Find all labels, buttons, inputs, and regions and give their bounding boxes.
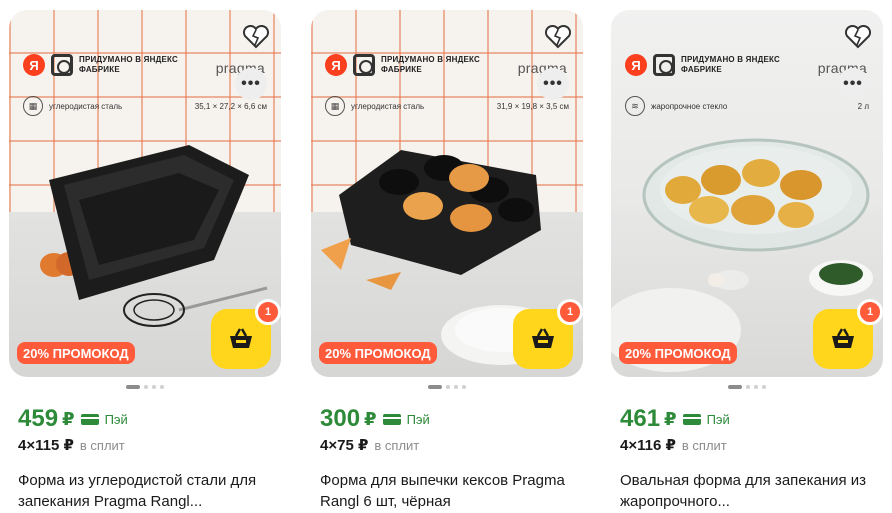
carousel-dot <box>126 385 140 389</box>
pay-label: Пэй <box>706 411 730 427</box>
carousel-dots <box>611 385 883 389</box>
split-label: в сплит <box>79 438 125 453</box>
split-amount: 4×115 ₽ <box>18 437 74 454</box>
pay-label: Пэй <box>104 411 128 427</box>
product-title[interactable]: Овальная форма для запекания из жаропроч… <box>620 470 882 512</box>
carousel-dot <box>160 385 164 389</box>
cart-count-badge: 1 <box>557 299 583 325</box>
price-row: 459 ₽ Пэй <box>18 405 128 433</box>
product-image[interactable]: Я ПРИДУМАНО В ЯНДЕКС ФАБРИКЕ pragma ▦ уг… <box>311 10 583 377</box>
carousel-dot <box>454 385 458 389</box>
heart-broken-icon[interactable] <box>543 22 573 52</box>
more-dots-icon[interactable]: ••• <box>235 68 267 100</box>
split-row: 4×115 ₽ в сплит <box>18 436 125 454</box>
cart-count-badge: 1 <box>255 299 281 325</box>
product-card[interactable]: Я ПРИДУМАНО В ЯНДЕКС ФАБРИКЕ pragma ▦ уг… <box>311 10 583 513</box>
currency-sign: ₽ <box>664 408 677 429</box>
split-amount: 4×116 ₽ <box>620 437 676 454</box>
carousel-dot <box>144 385 148 389</box>
carousel-dots <box>311 385 583 389</box>
more-dots-icon[interactable]: ••• <box>537 68 569 100</box>
heart-broken-icon[interactable] <box>241 22 271 52</box>
price-value: 459 <box>18 405 59 432</box>
carousel-dot <box>728 385 742 389</box>
product-card[interactable]: Я ПРИДУМАНО В ЯНДЕКС ФАБРИКЕ pragma ▦ уг… <box>9 10 281 513</box>
cart-basket-icon <box>230 328 252 348</box>
pay-card-icon <box>682 413 701 425</box>
cart-basket-icon <box>832 328 854 348</box>
product-card[interactable]: Я ПРИДУМАНО В ЯНДЕКС ФАБРИКЕ pragma ≋ жа… <box>611 10 883 513</box>
cart-basket-icon <box>532 328 554 348</box>
split-amount: 4×75 ₽ <box>320 437 369 454</box>
split-label: в сплит <box>374 438 420 453</box>
promo-badge: 20% ПРОМОКОД <box>319 342 437 364</box>
product-title[interactable]: Форма из углеродистой стали для запекани… <box>18 470 280 512</box>
product-image[interactable]: Я ПРИДУМАНО В ЯНДЕКС ФАБРИКЕ pragma ▦ уг… <box>9 10 281 377</box>
product-title[interactable]: Форма для выпечки кексов Pragma Rangl 6 … <box>320 470 582 512</box>
price-row: 300 ₽ Пэй <box>320 405 430 433</box>
promo-badge: 20% ПРОМОКОД <box>619 342 737 364</box>
carousel-dot <box>762 385 766 389</box>
price-value: 461 <box>620 405 661 432</box>
carousel-dot <box>746 385 750 389</box>
carousel-dots <box>9 385 281 389</box>
price-value: 300 <box>320 405 361 432</box>
heart-broken-icon[interactable] <box>843 22 873 52</box>
promo-badge: 20% ПРОМОКОД <box>17 342 135 364</box>
carousel-dot <box>446 385 450 389</box>
split-label: в сплит <box>681 438 727 453</box>
pay-label: Пэй <box>406 411 430 427</box>
carousel-dot <box>428 385 442 389</box>
price-row: 461 ₽ Пэй <box>620 405 730 433</box>
currency-sign: ₽ <box>62 408 75 429</box>
carousel-dot <box>462 385 466 389</box>
pay-card-icon <box>382 413 401 425</box>
product-image[interactable]: Я ПРИДУМАНО В ЯНДЕКС ФАБРИКЕ pragma ≋ жа… <box>611 10 883 377</box>
cart-count-badge: 1 <box>857 299 883 325</box>
carousel-dot <box>754 385 758 389</box>
split-row: 4×116 ₽ в сплит <box>620 436 727 454</box>
pay-card-icon <box>80 413 99 425</box>
split-row: 4×75 ₽ в сплит <box>320 436 419 454</box>
currency-sign: ₽ <box>364 408 377 429</box>
carousel-dot <box>152 385 156 389</box>
more-dots-icon[interactable]: ••• <box>837 68 869 100</box>
